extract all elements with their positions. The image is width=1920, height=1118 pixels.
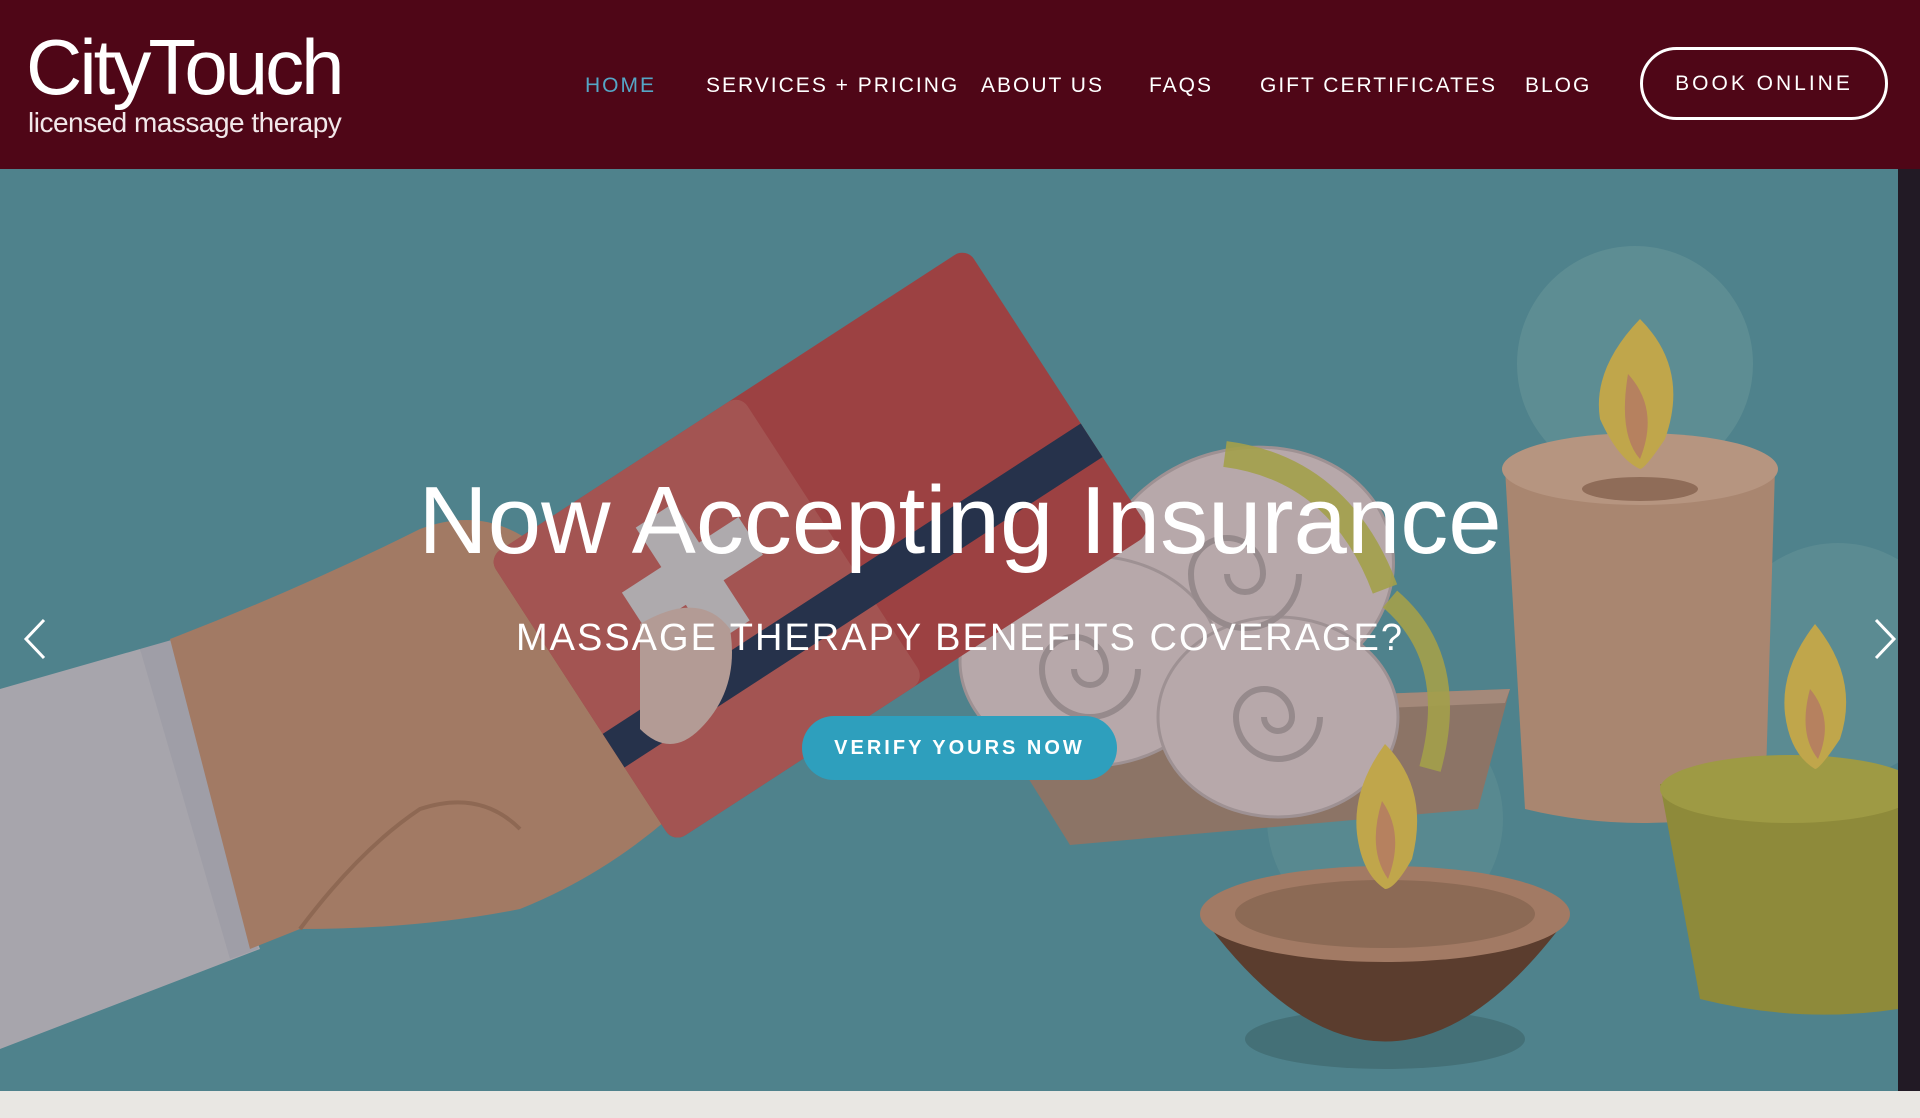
scrollbar[interactable] (1898, 169, 1920, 1091)
nav-services-pricing[interactable]: SERVICES + PRICING (706, 72, 959, 100)
site-header: CityTouch licensed massage therapy HOME … (0, 0, 1920, 169)
nav-about-us[interactable]: ABOUT US (981, 72, 1104, 100)
nav-faqs[interactable]: FAQS (1149, 72, 1213, 100)
nav-home[interactable]: HOME (585, 72, 656, 100)
hero-slider: Now Accepting Insurance MASSAGE THERAPY … (0, 169, 1898, 1091)
nav-blog[interactable]: BLOG (1525, 72, 1591, 100)
hero-title: Now Accepting Insurance (418, 467, 1502, 574)
book-online-button[interactable]: BOOK ONLINE (1640, 47, 1888, 120)
nav-gift-certificates[interactable]: GIFT CERTIFICATES (1260, 72, 1497, 100)
verify-button[interactable]: VERIFY YOURS NOW (802, 716, 1117, 780)
hero-subtitle: MASSAGE THERAPY BENEFITS COVERAGE? (515, 617, 1405, 659)
main-nav: HOME SERVICES + PRICING ABOUT US FAQS GI… (0, 0, 1920, 169)
